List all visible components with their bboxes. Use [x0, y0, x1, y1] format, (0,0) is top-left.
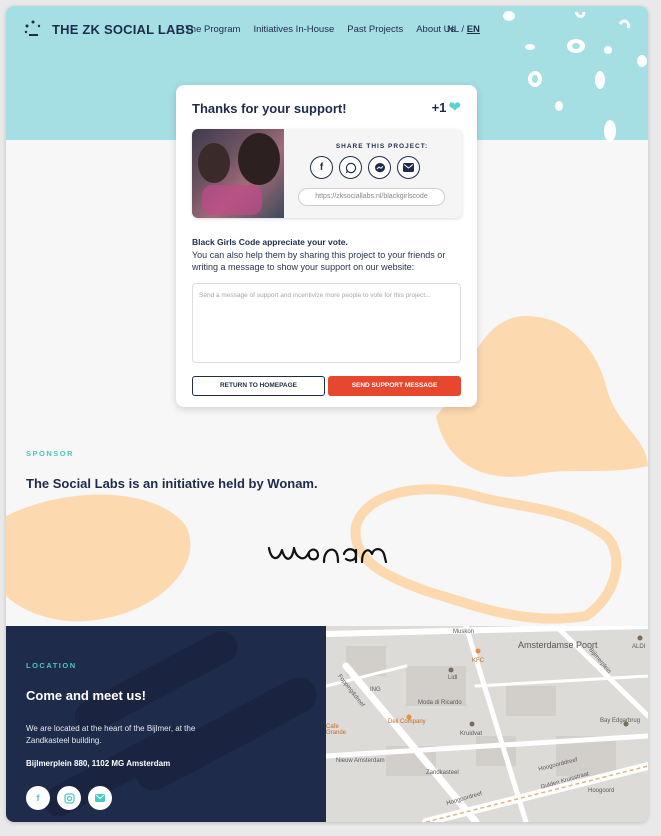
heart-icon: ❤ [448, 98, 461, 116]
vote-count: +1 [431, 100, 447, 115]
share-card: SHARE THIS PROJECT: f https://zksocialla… [192, 129, 462, 218]
instagram-icon[interactable] [57, 786, 81, 810]
map-label: Hoogoord [588, 788, 615, 794]
whatsapp-icon[interactable] [339, 156, 362, 179]
social-links: f [26, 786, 119, 810]
share-url-field[interactable]: https://zksociallabs.nl/blackgirlscode [298, 188, 445, 206]
return-homepage-button[interactable]: RETURN TO HOMEPAGE [192, 376, 325, 396]
map-label: Deli Company [388, 719, 426, 725]
sponsor-eyebrow: SPONSOR [26, 449, 75, 458]
map-label: Lidl [448, 675, 458, 681]
location-map[interactable]: Muskon Amsterdamse Poort KFC Lidl ING Mo… [326, 626, 648, 822]
page-frame: THE ZK SOCIAL LABS The Program Initiativ… [6, 6, 648, 822]
map-label: ALDI [632, 644, 646, 650]
map-label: Zandkasteel [426, 770, 459, 776]
facebook-icon[interactable]: f [310, 156, 333, 179]
wonam-logo[interactable] [266, 536, 391, 566]
sponsor-title: The Social Labs is an initiative held by… [26, 476, 318, 491]
location-description: We are located at the heart of the Bijlm… [26, 724, 196, 745]
map-label: Kruidvat [460, 731, 483, 737]
language-switch: NL / EN [447, 24, 480, 35]
location-eyebrow: LOCATION [26, 661, 77, 670]
map-label: Moda di Ricardo [418, 700, 462, 706]
share-label: SHARE THIS PROJECT: [335, 143, 429, 150]
email-icon[interactable] [397, 156, 420, 179]
nav-past-projects[interactable]: Past Projects [347, 24, 403, 35]
location-address: Bijlmerplein 880, 1102 MG Amsterdam [26, 759, 171, 768]
modal-title: Thanks for your support! [192, 101, 347, 116]
logo-text: THE ZK SOCIAL LABS [52, 21, 195, 37]
map-label: Nieuw Amsterdam [336, 758, 385, 764]
top-nav: THE ZK SOCIAL LABS The Program Initiativ… [6, 6, 648, 56]
logo[interactable]: THE ZK SOCIAL LABS [24, 20, 194, 38]
facebook-icon[interactable]: f [26, 786, 50, 810]
lang-en[interactable]: EN [467, 24, 480, 35]
appreciation-text: Black Girls Code appreciate your vote. [192, 237, 348, 247]
map-label: Cafe Grande [326, 724, 347, 736]
map-label: KFC [472, 658, 484, 664]
nav-the-program[interactable]: The Program [185, 24, 240, 35]
share-message-text: You can also help them by sharing this p… [192, 250, 446, 272]
map-label: ING [370, 687, 381, 693]
lang-nl[interactable]: NL / [447, 24, 464, 35]
map-label: Bay Edgarbrug [600, 718, 641, 724]
messenger-icon[interactable] [368, 156, 391, 179]
logo-icon [24, 20, 41, 36]
support-modal: Thanks for your support! +1 ❤ SHARE THIS… [176, 85, 477, 407]
vote-counter: +1 ❤ [431, 98, 461, 116]
map-label: Muskon [453, 629, 475, 635]
map-label: Amsterdamse Poort [518, 640, 598, 650]
project-photo [192, 129, 284, 218]
nav-links: The Program Initiatives In-House Past Pr… [185, 24, 468, 35]
email-icon[interactable] [88, 786, 112, 810]
send-support-button[interactable]: SEND SUPPORT MESSAGE [328, 376, 461, 396]
location-footer: LOCATION Come and meet us! We are locate… [6, 626, 326, 822]
share-icons: f [310, 156, 426, 179]
support-message-input[interactable]: Send a message of support and incentiviz… [192, 283, 461, 363]
nav-initiatives[interactable]: Initiatives In-House [253, 24, 334, 35]
location-title: Come and meet us! [26, 688, 146, 703]
